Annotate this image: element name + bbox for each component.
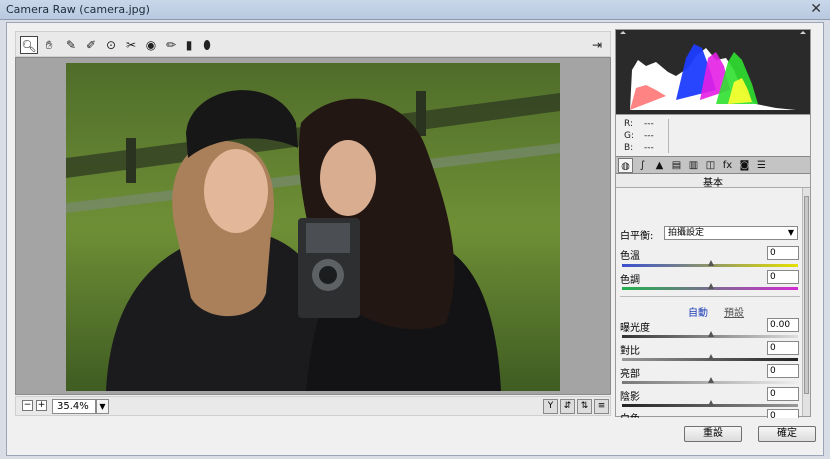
open-preferences-icon[interactable]: ⇥	[588, 36, 606, 54]
zoom-dropdown-icon[interactable]: ▼	[96, 399, 109, 414]
tab-detail-icon[interactable]: ▲	[652, 158, 667, 173]
highlights-field[interactable]: 0	[767, 364, 799, 378]
contrast-label: 對比	[620, 346, 640, 357]
temperature-field[interactable]: 0	[767, 246, 799, 260]
whites-field[interactable]: 0	[767, 409, 799, 418]
tool-bar: 🔍︎ ✋︎ ✎ ✐ ⊙ ✂ ◉ ✏ ▮ ⬮ ⇥	[15, 31, 611, 57]
radial-filter-icon[interactable]: ⬮	[198, 36, 216, 54]
window-title: Camera Raw (camera.jpg)	[6, 3, 150, 16]
shadows-label: 陰影	[620, 392, 640, 403]
histogram-graph	[620, 31, 806, 110]
title-bar: Camera Raw (camera.jpg) ✕	[0, 0, 830, 20]
whites-label: 白色	[620, 410, 640, 418]
before-after-icon[interactable]: Y	[543, 399, 558, 414]
image-preview-area	[15, 57, 611, 395]
shadows-slider-knob[interactable]	[707, 400, 715, 408]
basic-settings: 白平衡: 拍攝設定 ▼ 色溫 0 色調 0 自動 預設 曝光度 0.00 對比 …	[616, 188, 802, 418]
white-balance-label: 白平衡:	[620, 231, 654, 242]
swap-settings-icon[interactable]: ⇵	[560, 399, 575, 414]
exposure-slider-knob[interactable]	[707, 331, 715, 339]
hand-tool-icon[interactable]: ✋︎	[40, 36, 58, 54]
g-label: G:	[624, 131, 635, 141]
camera-raw-dialog: 🔍︎ ✋︎ ✎ ✐ ⊙ ✂ ◉ ✏ ▮ ⬮ ⇥ − + 35.4% ▼ Y ⇵ …	[6, 22, 824, 456]
panel-tabs: ◍ ∫ ▲ ▤ ▥ ◫ fx ◙ ☰	[616, 156, 810, 174]
rgb-readout: R: --- G: --- B: ---	[616, 114, 810, 156]
shadows-slider[interactable]	[622, 400, 798, 407]
preview-photo	[66, 63, 560, 391]
photo-illustration	[66, 63, 560, 391]
zoom-in-button[interactable]: +	[36, 400, 47, 411]
b-label: B:	[624, 143, 634, 153]
contrast-slider[interactable]	[622, 354, 798, 361]
zoom-bar: − + 35.4% ▼ Y ⇵ ⇅ ≡	[15, 396, 611, 416]
graduated-filter-icon[interactable]: ▮	[180, 36, 198, 54]
tab-camera-calibration-icon[interactable]: ◙	[737, 158, 752, 173]
tab-presets-icon[interactable]: ☰	[754, 158, 769, 173]
targeted-adjustment-tool-icon[interactable]: ⊙	[102, 36, 120, 54]
tint-field[interactable]: 0	[767, 270, 799, 284]
temperature-slider-knob[interactable]	[707, 260, 715, 268]
retouch-tool-icon[interactable]: ✂	[122, 36, 140, 54]
color-sampler-tool-icon[interactable]: ✐	[82, 36, 100, 54]
section-divider	[620, 296, 800, 297]
auto-link[interactable]: 自動	[688, 304, 708, 319]
exposure-field[interactable]: 0.00	[767, 318, 799, 332]
red-eye-tool-icon[interactable]: ◉	[142, 36, 160, 54]
highlights-slider-knob[interactable]	[707, 377, 715, 385]
scrollbar-thumb[interactable]	[804, 196, 809, 394]
tab-effects-icon[interactable]: fx	[720, 158, 735, 173]
contrast-field[interactable]: 0	[767, 341, 799, 355]
zoom-out-button[interactable]: −	[22, 400, 33, 411]
r-label: R:	[624, 119, 634, 129]
toggle-preview-icon[interactable]: ≡	[594, 399, 609, 414]
panel-scrollbar[interactable]	[802, 188, 810, 416]
tab-basic-icon[interactable]: ◍	[618, 158, 633, 173]
tint-label: 色調	[620, 275, 640, 286]
exposure-slider[interactable]	[622, 331, 798, 338]
readout-divider	[668, 119, 669, 153]
zoom-tool-icon[interactable]: 🔍︎	[20, 36, 38, 54]
contrast-slider-knob[interactable]	[707, 354, 715, 362]
b-value: ---	[644, 143, 654, 153]
tab-split-toning-icon[interactable]: ▥	[686, 158, 701, 173]
temperature-label: 色溫	[620, 251, 640, 262]
adjustment-panel: R: --- G: --- B: --- ◍ ∫ ▲ ▤ ▥ ◫ fx ◙ ☰ …	[615, 29, 811, 418]
highlights-slider[interactable]	[622, 377, 798, 384]
chevron-down-icon: ▼	[787, 228, 794, 237]
close-icon[interactable]: ✕	[810, 1, 822, 17]
reset-button[interactable]: 重設	[684, 426, 742, 442]
copy-settings-icon[interactable]: ⇅	[577, 399, 592, 414]
zoom-level-field[interactable]: 35.4%	[52, 399, 96, 414]
white-balance-select[interactable]: 拍攝設定 ▼	[664, 226, 798, 240]
tab-hsl-icon[interactable]: ▤	[669, 158, 684, 173]
exposure-label: 曝光度	[620, 323, 650, 334]
histogram	[616, 30, 810, 114]
tint-slider[interactable]	[622, 283, 798, 290]
tab-tone-curve-icon[interactable]: ∫	[635, 158, 650, 173]
temperature-slider[interactable]	[622, 260, 798, 267]
panel-title: 基本	[616, 174, 810, 189]
g-value: ---	[644, 131, 654, 141]
highlights-label: 亮部	[620, 369, 640, 380]
default-link[interactable]: 預設	[724, 304, 744, 319]
ok-button[interactable]: 確定	[758, 426, 816, 442]
tint-slider-knob[interactable]	[707, 283, 715, 291]
white-balance-value: 拍攝設定	[668, 228, 705, 238]
adjustment-brush-icon[interactable]: ✏	[162, 36, 180, 54]
white-balance-tool-icon[interactable]: ✎	[62, 36, 80, 54]
shadows-field[interactable]: 0	[767, 387, 799, 401]
tab-lens-icon[interactable]: ◫	[703, 158, 718, 173]
r-value: ---	[644, 119, 654, 129]
